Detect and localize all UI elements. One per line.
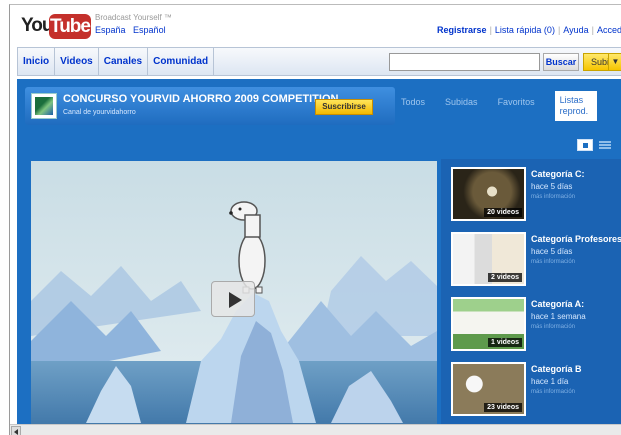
quicklist-link[interactable]: Lista rápida (0) — [495, 25, 555, 35]
playlist-updated: hace 5 días — [531, 182, 573, 191]
playlist-updated: hace 1 día — [531, 377, 569, 386]
nav-videos[interactable]: Videos — [55, 48, 99, 75]
channel-page: CONCURSO YOURVID AHORRO 2009 COMPETITION… — [17, 79, 621, 429]
more-info-link[interactable]: más información — [531, 259, 575, 265]
nav-comunidad[interactable]: Comunidad — [148, 48, 215, 75]
tab-todos[interactable]: Todos — [401, 91, 425, 121]
site-header: You Tube Broadcast Yourself ™ España Esp… — [10, 5, 621, 45]
play-icon[interactable] — [211, 281, 255, 317]
upload-button[interactable]: Subi ▼ — [583, 53, 621, 71]
locale-selector: España Español — [95, 25, 171, 35]
nav-inicio[interactable]: Inicio — [18, 48, 56, 75]
register-link[interactable]: Registrarse — [437, 25, 487, 35]
playlist-thumbnail[interactable]: 2 videos — [451, 232, 526, 286]
search-button[interactable]: Buscar — [543, 53, 579, 71]
browser-frame: You Tube Broadcast Yourself ™ España Esp… — [9, 4, 621, 435]
channel-avatar[interactable] — [31, 93, 57, 119]
playlist-item[interactable]: 23 videos Categoría B hace 1 día más inf… — [451, 362, 621, 420]
help-link[interactable]: Ayuda — [563, 25, 588, 35]
video-count: 23 videos — [484, 403, 522, 412]
logo-tube-text: Tube — [49, 14, 91, 39]
playlist-updated: hace 5 días — [531, 247, 573, 256]
chevron-down-icon[interactable]: ▼ — [608, 54, 621, 70]
horizontal-scrollbar[interactable] — [10, 424, 621, 435]
logo-you-text: You — [21, 15, 54, 36]
video-count: 20 videos — [484, 208, 522, 217]
upload-label: Subi — [591, 57, 610, 67]
playlist-thumbnail[interactable]: 23 videos — [451, 362, 526, 416]
player-view-icon[interactable] — [577, 139, 593, 151]
playlist-sidebar: 20 videos Categoría C: hace 5 días más i… — [441, 159, 621, 429]
playlist-updated: hace 1 semana — [531, 312, 586, 321]
more-info-link[interactable]: más información — [531, 194, 575, 200]
signin-link[interactable]: Acced — [597, 25, 621, 35]
main-nav: Inicio Videos Canales Comunidad Buscar S… — [17, 47, 621, 76]
playlist-title[interactable]: Categoría B — [531, 364, 582, 374]
grid-view-icon[interactable] — [597, 139, 613, 151]
tab-listas-reprod[interactable]: Listas reprod. — [554, 91, 597, 121]
video-count: 2 videos — [487, 273, 522, 282]
video-player[interactable] — [31, 161, 437, 429]
playlist-item[interactable]: 2 videos Categoría Profesores hace 5 día… — [451, 232, 621, 290]
playlist-thumbnail[interactable]: 20 videos — [451, 167, 526, 221]
tab-favoritos[interactable]: Favoritos — [498, 91, 535, 121]
account-links: Registrarse | Lista rápida (0) | Ayuda | Acced — [437, 25, 621, 35]
youtube-logo[interactable]: You Tube — [21, 14, 91, 39]
subscribe-button[interactable]: Suscribirse — [315, 99, 373, 115]
channel-tabs: Todos Subidas Favoritos Listas reprod. — [401, 91, 597, 121]
view-toggle — [577, 139, 617, 151]
scroll-left-icon[interactable] — [11, 426, 21, 435]
playlist-title[interactable]: Categoría C: — [531, 169, 585, 179]
channel-subtitle[interactable]: Canal de yourvidahorro — [63, 109, 136, 116]
playlist-title[interactable]: Categoría A: — [531, 299, 584, 309]
tab-subidas[interactable]: Subidas — [445, 91, 478, 121]
country-link[interactable]: España — [95, 25, 126, 35]
more-info-link[interactable]: más información — [531, 324, 575, 330]
search-input[interactable] — [389, 53, 540, 71]
language-link[interactable]: Español — [133, 25, 166, 35]
channel-header: CONCURSO YOURVID AHORRO 2009 COMPETITION… — [25, 87, 395, 125]
video-count: 1 videos — [487, 338, 522, 347]
playlist-item[interactable]: 1 videos Categoría A: hace 1 semana más … — [451, 297, 621, 355]
more-info-link[interactable]: más información — [531, 389, 575, 395]
playlist-thumbnail[interactable]: 1 videos — [451, 297, 526, 351]
channel-title: CONCURSO YOURVID AHORRO 2009 COMPETITION — [63, 93, 339, 105]
playlist-item[interactable]: 20 videos Categoría C: hace 5 días más i… — [451, 167, 621, 225]
playlist-title[interactable]: Categoría Profesores — [531, 234, 621, 244]
nav-canales[interactable]: Canales — [99, 48, 149, 75]
tagline: Broadcast Yourself ™ — [95, 13, 172, 22]
